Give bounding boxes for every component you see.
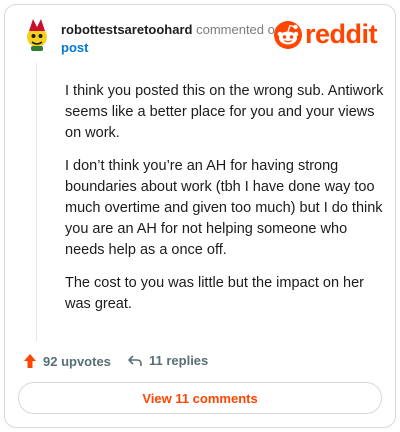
comment-paragraph: The cost to you was little but the impac… — [65, 275, 365, 312]
replies-button[interactable]: 11 replies — [127, 353, 208, 368]
comment-header: robottestsaretoohard commented on post r… — [19, 17, 381, 57]
comment-paragraph: I think you posted this on the wrong sub… — [65, 83, 384, 141]
username-link[interactable]: robottestsaretoohard — [61, 22, 192, 37]
thread-line[interactable] — [36, 63, 37, 341]
post-link[interactable]: post — [61, 39, 291, 57]
reply-arrow-icon — [128, 354, 142, 366]
comment-body: I think you posted this on the wrong sub… — [65, 81, 385, 327]
comment-card: robottestsaretoohard commented on post r… — [4, 4, 396, 428]
comment-meta: robottestsaretoohard commented on post — [61, 21, 291, 57]
upvote-button[interactable]: 92 upvotes — [23, 353, 111, 369]
comment-footer: 92 upvotes 11 replies — [23, 353, 383, 373]
action-text: commented on — [196, 22, 283, 37]
view-comments-button[interactable]: View 11 comments — [18, 382, 382, 414]
upvote-count: 92 upvotes — [43, 353, 111, 369]
reddit-logo[interactable]: reddit — [273, 19, 381, 51]
reddit-wordmark: reddit — [305, 19, 378, 49]
upvote-arrow-icon — [24, 354, 36, 368]
reply-count: 11 replies — [149, 353, 209, 368]
comment-paragraph: I don’t think you’re an AH for having st… — [65, 158, 383, 258]
reddit-snoo-icon — [274, 21, 302, 49]
user-avatar[interactable] — [23, 17, 51, 51]
